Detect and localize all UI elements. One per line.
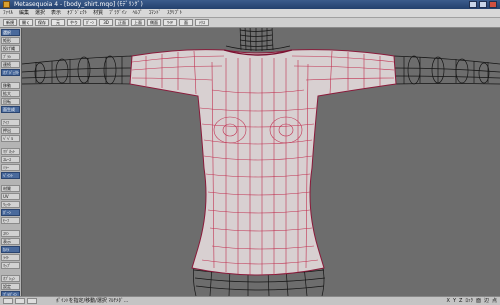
panel-header[interactable]: 選択 (1, 29, 20, 36)
mesh-render (22, 28, 500, 296)
panel-header[interactable]: ﾎﾞｰﾝ (1, 209, 20, 216)
close-button[interactable] (489, 1, 497, 8)
panel-button[interactable]: 拡大 (1, 90, 20, 97)
panel-button[interactable]: 押出 (1, 127, 20, 134)
toolbar-button[interactable]: 側面 (147, 19, 161, 26)
command-panel: 選択 矩形 投げ縄 ﾌﾞﾗｼ 連続 ｵﾌﾞｼﾞｪｸﾄ 移動 拡大 回転 面生成 ﾅｲﾌ 押出 ﾍﾞﾍﾞﾙ… (0, 28, 22, 296)
panel-button[interactable]: UV (1, 193, 20, 200)
toolbar-button[interactable]: 元 (51, 19, 65, 26)
menu-item[interactable]: 選択 (35, 9, 45, 17)
toolbar-button[interactable]: 保存 (35, 19, 49, 26)
panel-button[interactable]: ﾗｲﾄ (1, 254, 20, 261)
status-indicator: 辺 (483, 298, 489, 304)
status-message: ﾎﾟｲﾝﾄを指定/移動/選択 ﾏﾙﾁﾒﾀﾞ… (56, 298, 129, 304)
panel-button[interactable]: 移動 (1, 82, 20, 89)
panel-button[interactable]: 回転 (1, 98, 20, 105)
panel-button[interactable]: ﾏｸﾞﾈｯﾄ (1, 148, 20, 155)
toolbar-button[interactable]: やり (67, 19, 81, 26)
window-title: Metasequoia 4 - [body_shirt.mqo] (ﾓﾃﾞﾘﾝｸ… (14, 1, 143, 8)
menu-bar: ﾌｧｲﾙ 編集 選択 表示 ｵﾌﾞｼﾞｪｸﾄ 材質 ﾌﾟﾗｸﾞｲﾝ ﾍﾙﾌﾟ ｺﾏﾝﾄﾞ ｽｸﾘﾌ… (0, 9, 500, 18)
panel-button[interactable]: 表示 (1, 238, 20, 245)
panel-button[interactable]: ﾓｰﾌ (1, 217, 20, 224)
toolbar-button[interactable]: 面 (179, 19, 193, 26)
toolbar-button[interactable]: 上面 (131, 19, 145, 26)
toolbar-button[interactable]: 3D (99, 19, 113, 26)
status-indicator: 面 (475, 298, 481, 304)
panel-button[interactable]: 設定 (1, 283, 20, 290)
shirt-mesh (129, 45, 397, 276)
panel-button[interactable]: ﾏｯﾌﾟ (1, 262, 20, 269)
toolbar-button[interactable]: ﾃｸｽ (195, 19, 209, 26)
status-indicator: Y (452, 298, 456, 304)
menu-item[interactable]: ｽｸﾘﾌﾟﾄ (167, 9, 182, 17)
panel-header[interactable]: ｶﾒﾗ (1, 246, 20, 253)
panel-button[interactable]: 投げ縄 (1, 45, 20, 52)
maximize-button[interactable] (479, 1, 487, 8)
menu-item[interactable]: 材質 (93, 9, 103, 17)
status-indicator: ﾛｯｸ (465, 298, 473, 304)
panel-button[interactable]: ｽﾑｰｽ (1, 156, 20, 163)
panel-button[interactable]: 連続 (1, 61, 20, 68)
status-indicators: X Y Z ﾛｯｸ面辺点 (447, 297, 498, 305)
toolbar-button[interactable]: ﾎﾞｰﾝ (83, 19, 97, 26)
status-buttons (3, 297, 37, 304)
menu-item[interactable]: ｺﾏﾝﾄﾞ (149, 9, 162, 17)
menu-item[interactable]: ﾌｧｲﾙ (3, 9, 13, 17)
window-controls (469, 1, 497, 8)
status-button-1[interactable] (3, 298, 13, 304)
toolbar-button[interactable]: ﾜｲﾔ (163, 19, 177, 26)
title-bar: Metasequoia 4 - [body_shirt.mqo] (ﾓﾃﾞﾘﾝｸ… (0, 0, 500, 9)
panel-button[interactable]: 矩形 (1, 37, 20, 44)
toolbar-button[interactable]: 開く (19, 19, 33, 26)
panel-button[interactable]: ﾍﾞﾍﾞﾙ (1, 135, 20, 142)
panel-button[interactable]: ｽｷﾝ (1, 230, 20, 237)
panel-header[interactable]: ｵﾌﾞｼﾞｪｸﾄ (1, 69, 20, 76)
panel-header[interactable]: ﾍﾟｲﾝﾄ (1, 172, 20, 179)
right-arm-wireframe (393, 55, 500, 85)
left-arm-wireframe (22, 55, 133, 85)
panel-button[interactable]: ﾐﾗｰ (1, 164, 20, 171)
panel-header[interactable]: 面生成 (1, 106, 20, 113)
status-button-3[interactable] (27, 298, 37, 304)
status-indicator: Z (459, 298, 463, 304)
status-indicator: 点 (491, 298, 497, 304)
panel-button[interactable]: ｳｪｲﾄ (1, 201, 20, 208)
menu-item[interactable]: ﾍﾙﾌﾟ (133, 9, 143, 17)
toolbar-button[interactable]: 新規 (3, 19, 17, 26)
panel-button[interactable]: ﾌﾞﾗｼ (1, 53, 20, 60)
minimize-button[interactable] (469, 1, 477, 8)
status-indicator: X (446, 298, 450, 304)
menu-item[interactable]: ｵﾌﾞｼﾞｪｸﾄ (67, 9, 87, 17)
panel-button[interactable]: ｵﾌﾟｼｮﾝ (1, 275, 20, 282)
menu-item[interactable]: ﾌﾟﾗｸﾞｲﾝ (109, 9, 127, 17)
status-button-2[interactable] (15, 298, 25, 304)
menu-item[interactable]: 表示 (51, 9, 61, 17)
status-bar: ﾎﾟｲﾝﾄを指定/移動/選択 ﾏﾙﾁﾒﾀﾞ… X Y Z ﾛｯｸ面辺点 (0, 296, 500, 305)
neck-wireframe (239, 28, 274, 52)
menu-item[interactable]: 編集 (19, 9, 29, 17)
panel-button[interactable]: 材質 (1, 185, 20, 192)
toolbar: 新規 開く 保存元やり ﾎﾞｰﾝ 3D 正面 上面 側面 ﾜｲﾔ面ﾃｸｽ (0, 18, 500, 28)
panel-button[interactable]: ﾅｲﾌ (1, 119, 20, 126)
toolbar-button[interactable]: 正面 (115, 19, 129, 26)
app-icon (3, 1, 10, 8)
3d-viewport[interactable] (22, 28, 500, 296)
